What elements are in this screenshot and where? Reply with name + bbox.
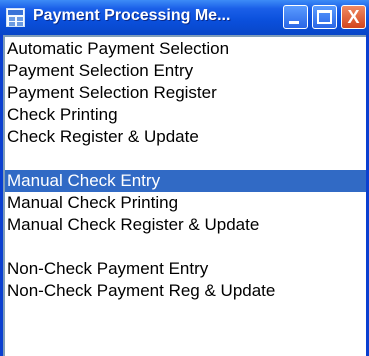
minimize-icon [289,21,299,24]
menu-item-automatic-payment-selection[interactable]: Automatic Payment Selection [5,38,366,60]
payment-processing-window: Payment Processing Me... X Automatic Pay… [0,0,369,356]
menu-item-non-check-payment-reg-update[interactable]: Non-Check Payment Reg & Update [5,280,366,302]
close-icon: X [347,7,360,27]
menu-item-check-register-update[interactable]: Check Register & Update [5,126,366,148]
menu-separator [5,148,366,170]
menu-item-payment-selection-register[interactable]: Payment Selection Register [5,82,366,104]
maximize-button[interactable] [312,5,337,29]
menu-item-payment-selection-entry[interactable]: Payment Selection Entry [5,60,366,82]
menu-item-check-printing[interactable]: Check Printing [5,104,366,126]
window-title: Payment Processing Me... [33,7,231,24]
minimize-button[interactable] [283,5,308,29]
menu-item-manual-check-register-update[interactable]: Manual Check Register & Update [5,214,366,236]
menu-item-manual-check-printing[interactable]: Manual Check Printing [5,192,366,214]
menu-listbox[interactable]: Automatic Payment Selection Payment Sele… [3,35,366,356]
menu-separator [5,236,366,258]
menu-item-manual-check-entry[interactable]: Manual Check Entry [5,170,366,192]
close-button[interactable]: X [341,5,366,29]
app-icon[interactable] [6,8,25,27]
maximize-icon [317,10,332,24]
menu-item-non-check-payment-entry[interactable]: Non-Check Payment Entry [5,258,366,280]
title-bar[interactable]: Payment Processing Me... X [0,0,369,35]
